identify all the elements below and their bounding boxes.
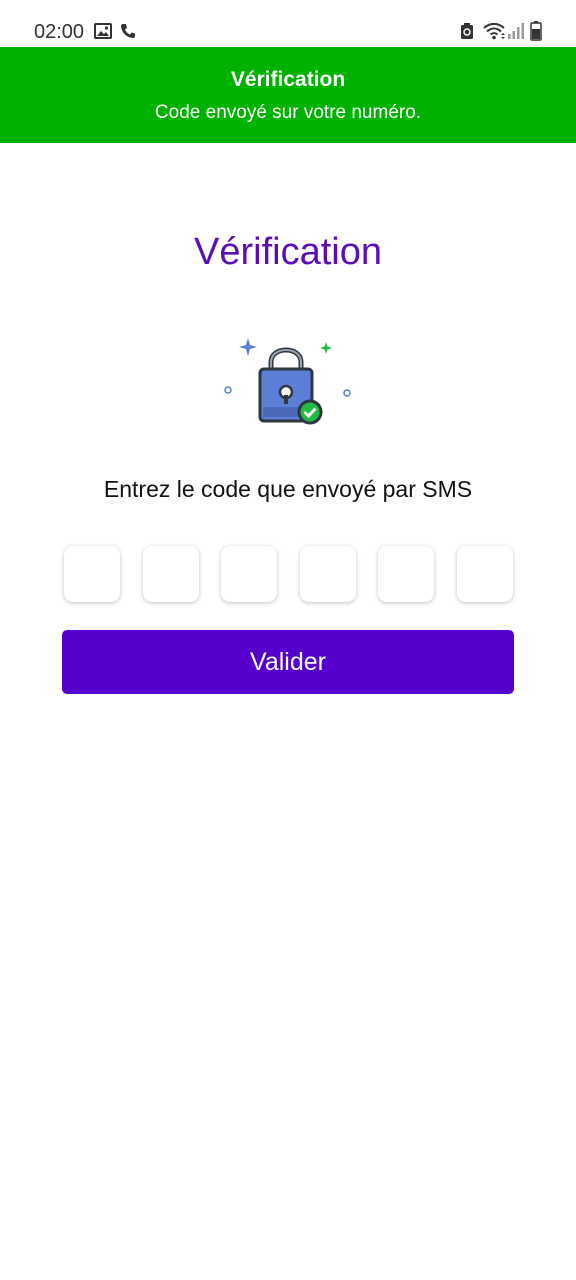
code-digit-3[interactable] [221,546,277,602]
code-digit-5[interactable] [378,546,434,602]
lock-icon [461,23,473,39]
code-digit-1[interactable] [64,546,120,602]
battery-icon [530,21,542,41]
page-title: Vérification [194,231,382,273]
sparkle-icon [239,338,257,356]
code-digit-2[interactable] [143,546,199,602]
instruction-text: Entrez le code que envoyé par SMS [103,476,473,502]
wifi-icon [483,22,505,40]
code-digit-4[interactable] [300,546,356,602]
header-title: Vérification [230,68,346,91]
phone-icon [121,24,135,38]
validate-button[interactable]: Valider [62,630,514,694]
code-digit-6[interactable] [457,546,513,602]
gallery-icon [94,23,112,39]
status-bar: 02:00 [0,0,576,47]
status-time: 02:00 [34,21,85,43]
padlock-check-icon [224,338,351,425]
header-subtitle: Code envoyé sur votre numéro. [154,102,422,123]
signal-icon [508,23,524,39]
sparkle-icon [320,342,332,354]
header-bar: Vérification Code envoyé sur votre numér… [0,47,576,143]
